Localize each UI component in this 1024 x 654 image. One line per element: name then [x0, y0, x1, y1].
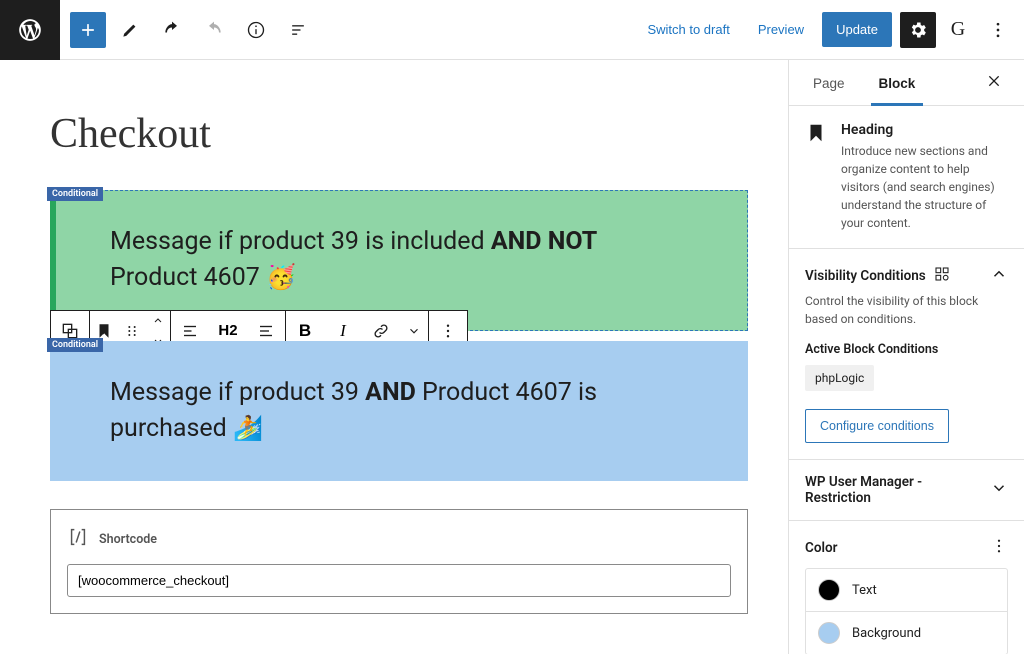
editor-canvas: Checkout Conditional Message if product … [0, 60, 788, 654]
info-button[interactable] [238, 12, 274, 48]
settings-button[interactable] [900, 12, 936, 48]
shortcode-label: Shortcode [99, 532, 157, 547]
background-color-swatch [818, 622, 840, 644]
undo-button[interactable] [154, 12, 190, 48]
block-type-description: Introduce new sections and organize cont… [841, 142, 1008, 232]
add-block-button[interactable] [70, 12, 106, 48]
tab-page[interactable]: Page [805, 60, 853, 105]
shortcode-icon [67, 526, 89, 552]
heading-block-blue[interactable]: Message if product 39 AND Product 4607 i… [50, 341, 748, 482]
text-segment: Message if product 39 [110, 378, 365, 407]
switch-to-draft-button[interactable]: Switch to draft [637, 14, 739, 45]
edit-mode-button[interactable] [112, 12, 148, 48]
more-menu-button[interactable] [980, 12, 1016, 48]
page-title[interactable]: Checkout [50, 110, 748, 158]
editor-topbar: Switch to draft Preview Update G [0, 0, 1024, 60]
chevron-down-icon [990, 479, 1008, 501]
tab-block[interactable]: Block [871, 60, 924, 106]
configure-conditions-button[interactable]: Configure conditions [805, 409, 949, 443]
condition-chip[interactable]: phpLogic [805, 365, 874, 391]
color-title: Color [805, 540, 837, 556]
conditional-block-2[interactable]: Conditional Message if product 39 AND Pr… [50, 341, 748, 482]
visibility-conditions-panel: Visibility Conditions Control the visibi… [789, 249, 1024, 460]
color-panel: Color Text Background [789, 521, 1024, 654]
text-bold: AND NOT [491, 227, 597, 256]
topbar-right-tools: Switch to draft Preview Update G [637, 12, 1024, 48]
conditional-badge: Conditional [47, 338, 103, 352]
preview-button[interactable]: Preview [748, 14, 814, 45]
user-avatar[interactable]: G [944, 16, 972, 44]
close-sidebar-button[interactable] [980, 67, 1008, 98]
visibility-description: Control the visibility of this block bas… [805, 292, 1008, 328]
visibility-icon [934, 266, 950, 286]
text-segment: Product 4607 [110, 263, 266, 292]
move-up-button[interactable] [146, 311, 170, 331]
shortcode-block[interactable]: Shortcode [50, 509, 748, 614]
settings-sidebar: Page Block Heading Introduce new section… [788, 60, 1024, 654]
update-button[interactable]: Update [822, 12, 892, 47]
block-description-panel: Heading Introduce new sections and organ… [789, 106, 1024, 249]
heading-block-icon [805, 122, 827, 232]
text-color-label: Text [852, 583, 877, 598]
conditional-badge: Conditional [47, 187, 103, 201]
text-color-swatch [818, 579, 840, 601]
background-color-row[interactable]: Background [806, 612, 1007, 654]
party-emoji: 🥳 [266, 263, 296, 291]
background-color-label: Background [852, 626, 921, 641]
color-options-button[interactable] [990, 537, 1008, 558]
sidebar-tabs: Page Block [789, 60, 1024, 106]
text-bold: AND [365, 378, 416, 407]
text-color-row[interactable]: Text [806, 569, 1007, 612]
shortcode-input[interactable] [67, 564, 731, 597]
wordpress-logo[interactable] [0, 0, 60, 60]
block-type-title: Heading [841, 122, 1008, 138]
panel-collapse-button[interactable] [990, 265, 1008, 286]
wpum-title: WP User Manager - Restriction [805, 474, 990, 506]
outline-button[interactable] [280, 12, 316, 48]
surfer-emoji: 🏄 [233, 414, 263, 442]
conditional-block-1[interactable]: Conditional Message if product 39 is inc… [50, 190, 748, 331]
visibility-title: Visibility Conditions [805, 268, 926, 284]
active-conditions-label: Active Block Conditions [805, 342, 1008, 357]
redo-button[interactable] [196, 12, 232, 48]
text-segment: Message if product 39 is included [110, 227, 491, 256]
topbar-left-tools [60, 12, 316, 48]
wpum-restriction-panel[interactable]: WP User Manager - Restriction [789, 460, 1024, 521]
